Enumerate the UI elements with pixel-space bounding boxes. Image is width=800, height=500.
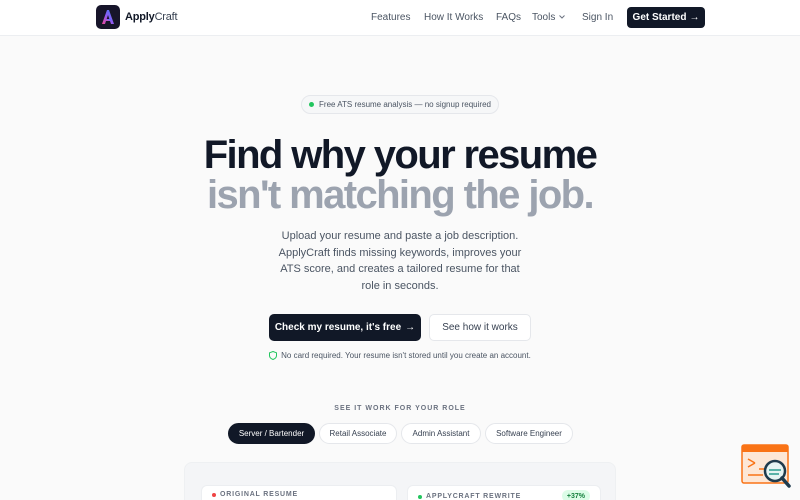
hero-subtitle: Upload your resume and paste a job descr… — [278, 230, 522, 292]
see-how-it-works-button[interactable]: See how it works — [429, 314, 531, 341]
check-resume-button[interactable]: Check my resume, it's free → — [269, 314, 421, 341]
hero-title-line-1: Find why your resume — [203, 133, 598, 177]
applycraft-logo-icon — [96, 5, 120, 29]
score-improvement-badge: +37% — [561, 490, 590, 500]
privacy-note-text: No card required. Your resume isn't stor… — [281, 351, 531, 360]
nav-features-link[interactable]: Features — [371, 12, 410, 23]
nav-tools-label: Tools — [532, 12, 556, 23]
red-dot-icon — [212, 492, 216, 497]
nav-how-it-works-link[interactable]: How It Works — [424, 12, 483, 23]
role-tabs: Server / Bartender Retail Associate Admi… — [0, 423, 800, 444]
nav-faqs-link[interactable]: FAQs — [496, 12, 521, 23]
free-analysis-pill: Free ATS resume analysis — no signup req… — [301, 95, 499, 114]
status-dot-icon — [309, 102, 315, 107]
document-search-icon[interactable] — [741, 444, 793, 490]
get-started-label: Get Started — [632, 12, 687, 23]
applycraft-rewrite-panel: APPLYCRAFT REWRITE +37% — [407, 485, 601, 500]
arrow-right-icon: → — [689, 12, 700, 23]
rewrite-label: APPLYCRAFT REWRITE — [418, 493, 521, 500]
nav-tools-dropdown[interactable]: Tools — [532, 12, 566, 23]
rewrite-label-text: APPLYCRAFT REWRITE — [426, 493, 522, 500]
pill-text: Free ATS resume analysis — no signup req… — [319, 100, 491, 109]
brand-name: ApplyCraft — [125, 11, 178, 23]
role-tab-retail-associate[interactable]: Retail Associate — [319, 423, 397, 444]
roles-section-label: SEE IT WORK FOR YOUR ROLE — [334, 405, 466, 412]
original-resume-panel: ORIGINAL RESUME — [201, 485, 397, 500]
role-tab-software-engineer[interactable]: Software Engineer — [485, 423, 573, 444]
top-nav: ApplyCraft Features How It Works FAQs To… — [0, 0, 800, 36]
nav-sign-in-link[interactable]: Sign In — [582, 12, 613, 23]
role-tab-server-bartender[interactable]: Server / Bartender — [228, 423, 315, 444]
original-resume-label: ORIGINAL RESUME — [212, 491, 298, 498]
brand[interactable]: ApplyCraft — [96, 5, 178, 29]
arrow-right-icon: → — [405, 322, 416, 333]
green-dot-icon — [418, 494, 422, 499]
role-tab-admin-assistant[interactable]: Admin Assistant — [401, 423, 481, 444]
original-resume-label-text: ORIGINAL RESUME — [220, 491, 298, 498]
chevron-down-icon — [559, 15, 566, 19]
shield-check-icon — [269, 351, 278, 360]
privacy-note: No card required. Your resume isn't stor… — [0, 351, 800, 360]
hero-title-line-2: isn't matching the job. — [206, 173, 595, 217]
get-started-button[interactable]: Get Started → — [627, 7, 705, 28]
resume-preview-card: ORIGINAL RESUME APPLYCRAFT REWRITE +37% — [184, 462, 616, 500]
check-resume-label: Check my resume, it's free — [274, 322, 402, 333]
